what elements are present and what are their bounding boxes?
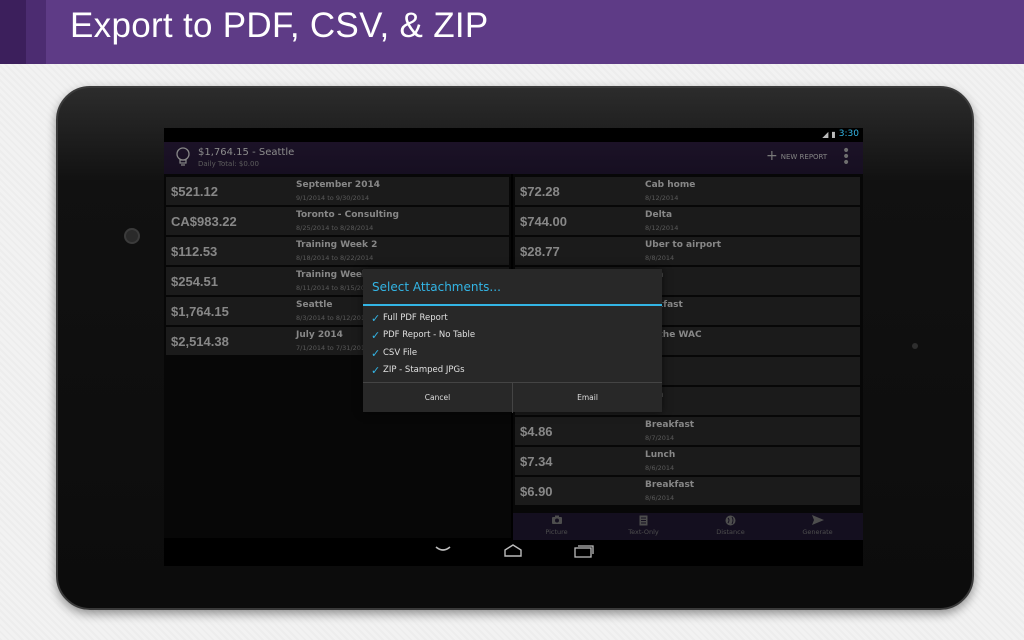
recent-apps-icon[interactable] — [574, 544, 594, 562]
light-sensor — [912, 343, 918, 349]
checkbox-checked-icon[interactable]: ✓ — [371, 365, 380, 376]
camera-lens — [124, 228, 140, 244]
csv-option[interactable]: ✓ CSV File — [371, 345, 417, 361]
battery-icon: ▮ — [831, 129, 836, 139]
pdf-no-table-option[interactable]: ✓ PDF Report - No Table — [371, 327, 475, 343]
device-screen: ◢ ▮ 3:30 $1,764.15 - Seattle Daily Total… — [164, 128, 863, 566]
back-icon[interactable] — [434, 542, 452, 560]
cancel-button[interactable]: Cancel — [363, 383, 512, 413]
status-bar: ◢ ▮ 3:30 — [164, 128, 863, 142]
banner-stripe — [26, 0, 46, 64]
banner-stripe — [0, 0, 26, 64]
full-pdf-option[interactable]: ✓ Full PDF Report — [371, 310, 448, 326]
email-button[interactable]: Email — [513, 383, 662, 413]
option-label: Full PDF Report — [383, 313, 448, 323]
banner-title: Export to PDF, CSV, & ZIP — [70, 6, 489, 45]
zip-option[interactable]: ✓ ZIP - Stamped JPGs — [371, 362, 465, 378]
option-label: ZIP - Stamped JPGs — [383, 365, 465, 375]
checkbox-checked-icon[interactable]: ✓ — [371, 313, 380, 324]
option-label: CSV File — [383, 348, 418, 358]
checkbox-checked-icon[interactable]: ✓ — [371, 330, 380, 341]
dialog-divider — [363, 304, 662, 306]
signal-icon: ◢ — [822, 129, 829, 139]
checkbox-checked-icon[interactable]: ✓ — [371, 348, 380, 359]
option-label: PDF Report - No Table — [383, 330, 476, 340]
status-time: 3:30 — [838, 129, 859, 139]
select-attachments-dialog: Select Attachments... ✓ Full PDF Report ✓… — [363, 269, 662, 413]
navigation-bar — [164, 540, 863, 566]
dialog-title: Select Attachments... — [372, 280, 501, 294]
status-icons: ◢ ▮ 3:30 — [822, 129, 859, 139]
banner: Export to PDF, CSV, & ZIP — [0, 0, 1024, 64]
dialog-buttons: Cancel Email — [363, 382, 662, 413]
home-icon[interactable] — [503, 544, 523, 562]
